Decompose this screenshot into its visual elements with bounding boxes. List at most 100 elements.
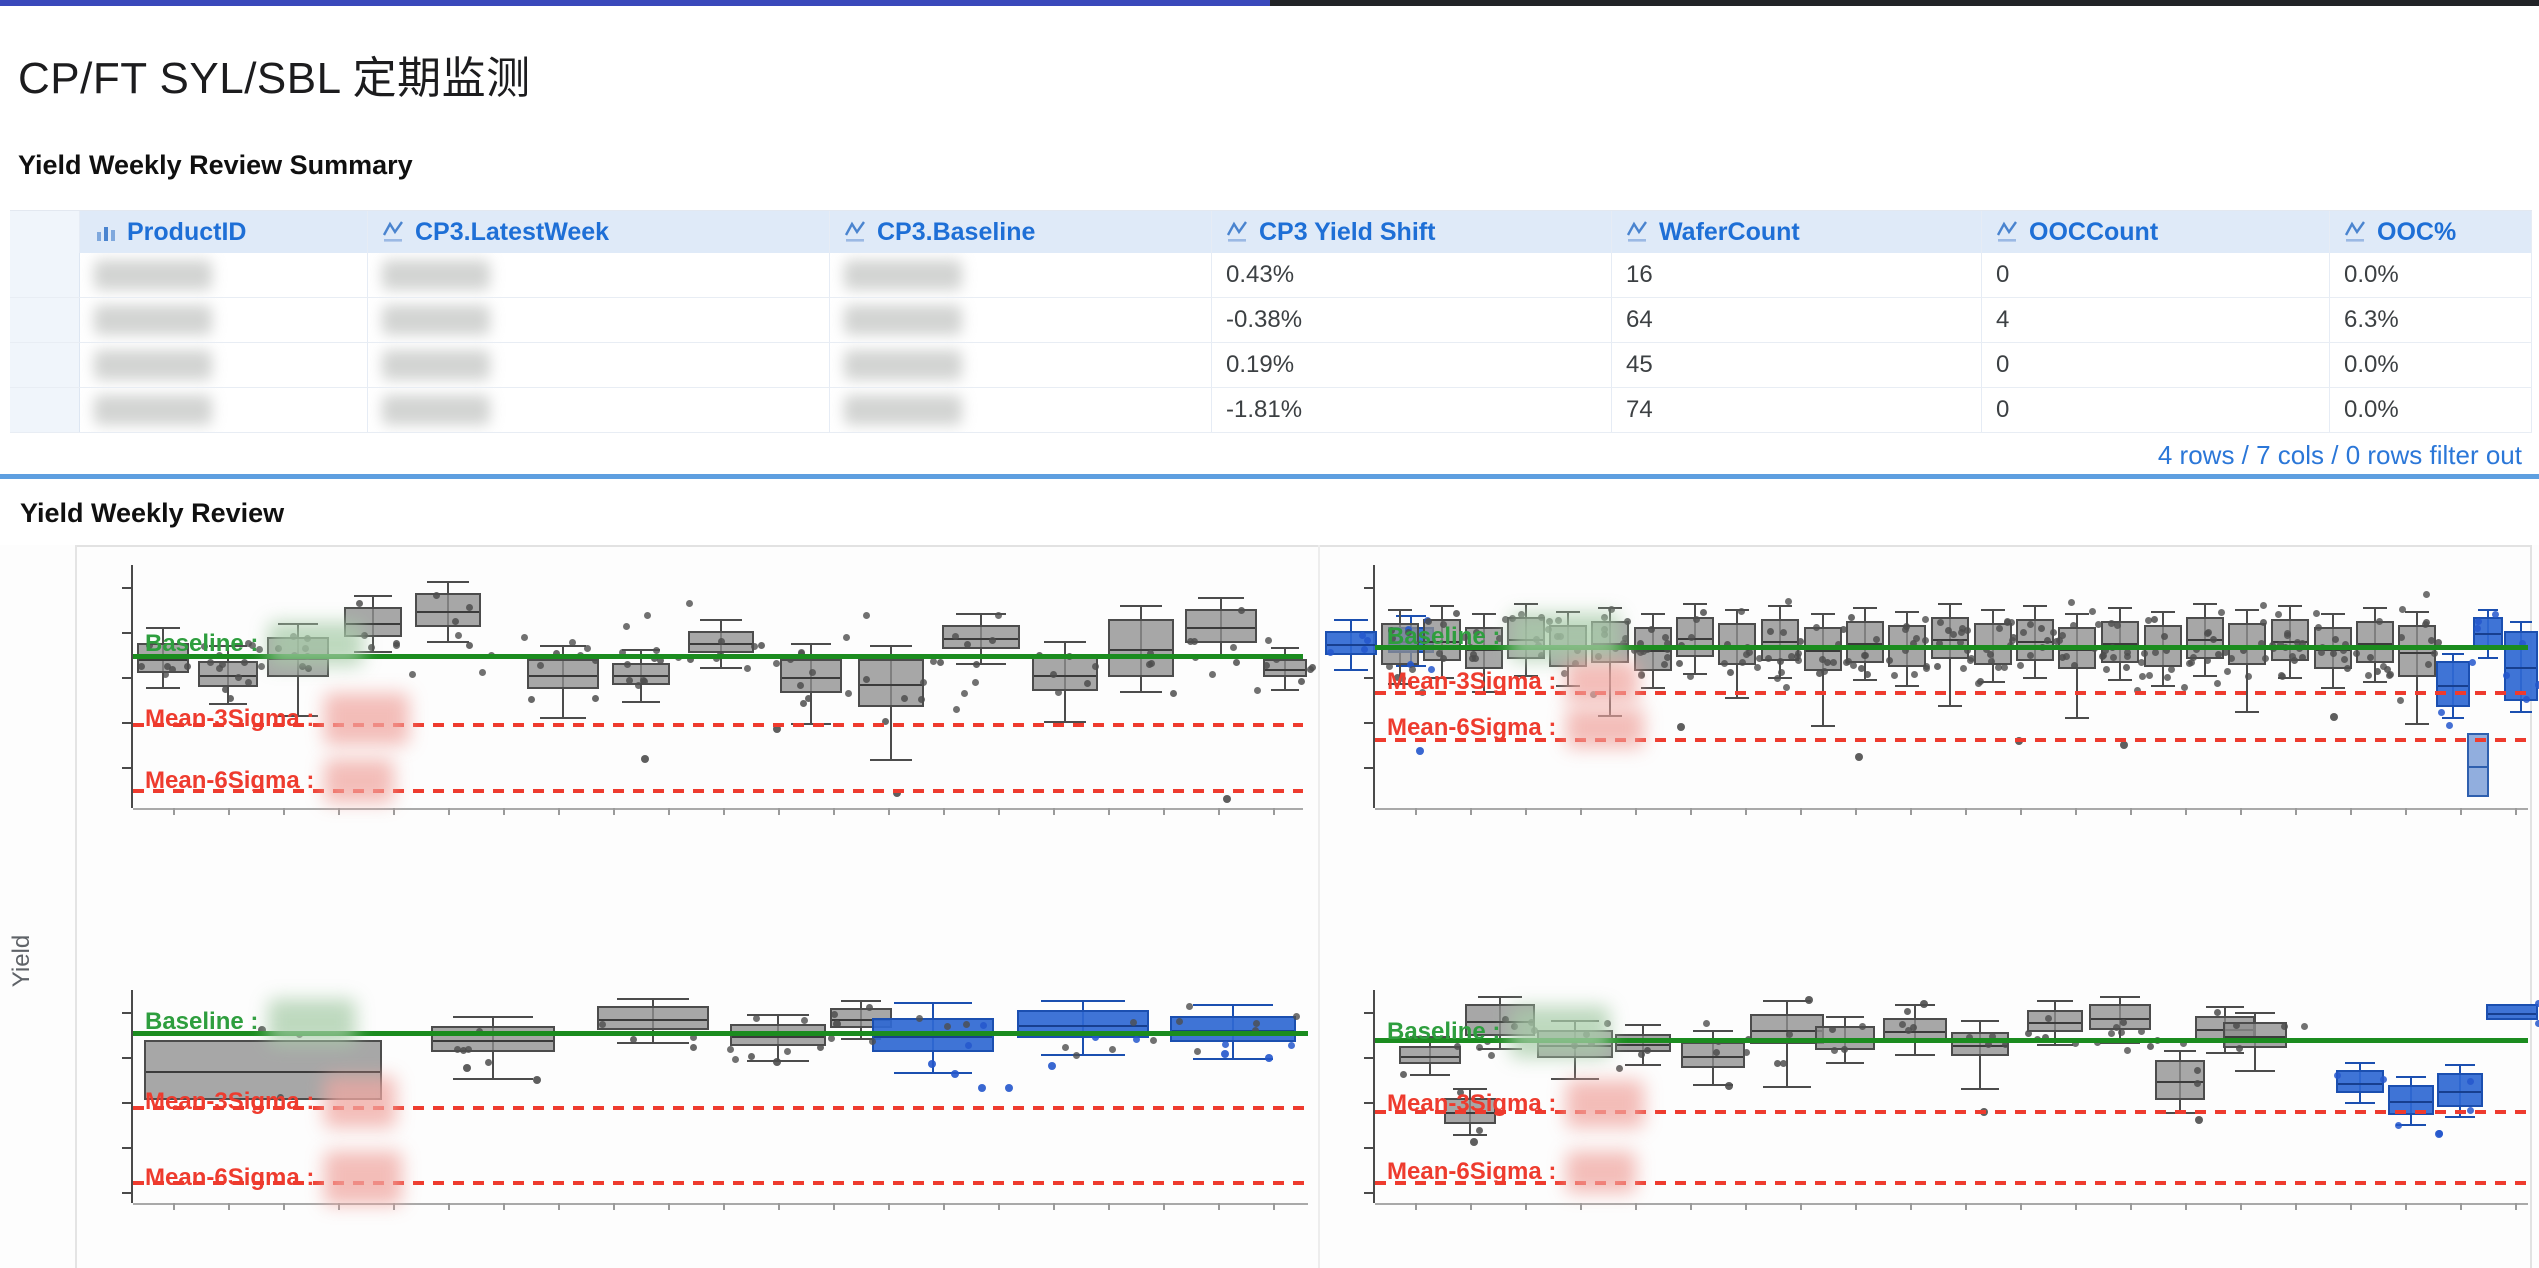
data-point [528, 696, 535, 703]
yield-review-chart: Yield Baseline :Mean-3Sigma :Mean-6Sigma… [0, 545, 2539, 1268]
median-line [200, 675, 256, 677]
mean-6sigma-label: Mean-6Sigma : [145, 759, 394, 803]
y-axis-tick [122, 677, 131, 679]
data-point [2050, 629, 2057, 636]
data-point [1638, 671, 1645, 678]
whisker-cap [1826, 1016, 1864, 1018]
whisker-cap [453, 1016, 532, 1018]
column-header-cp3-yield-shift[interactable]: CP3 Yield Shift [1212, 211, 1612, 253]
y-axis-tick [122, 587, 131, 589]
data-point [537, 662, 544, 669]
median-line [1110, 649, 1172, 651]
summary-heading: Yield Weekly Review Summary [18, 150, 413, 181]
table-cell: 0.0% [2330, 388, 2532, 432]
median-line [417, 611, 479, 613]
data-point [1644, 1047, 1651, 1054]
line-chart-icon [1996, 220, 2020, 244]
data-point [2523, 696, 2530, 703]
redacted-value [844, 350, 962, 380]
data-point [1194, 1048, 1201, 1055]
data-point [592, 695, 599, 702]
data-point [452, 618, 459, 625]
whisker-cap [540, 717, 586, 719]
median-line [529, 675, 597, 677]
yield-panel-top-right[interactable]: Baseline :Mean-3Sigma :Mean-6Sigma : [1375, 565, 2528, 808]
mean-6sigma-label: Mean-6Sigma : [1387, 708, 1644, 748]
data-point [2044, 637, 2051, 644]
data-point [1905, 1027, 1912, 1034]
table-row[interactable]: 0.19%4500.0% [10, 343, 2532, 388]
row-count-status: 4 rows / 7 cols / 0 rows filter out [2158, 440, 2522, 471]
whisker-cap [2037, 1000, 2073, 1002]
whisker-cap [1768, 605, 1792, 607]
data-point [1298, 678, 1305, 685]
whisker-cap [1725, 609, 1749, 611]
data-point [973, 661, 980, 668]
data-point [2425, 661, 2432, 668]
data-point [869, 1038, 876, 1045]
x-axis-tick [393, 808, 395, 815]
mean-3sigma-label: Mean-3Sigma : [1387, 1080, 1644, 1128]
data-point [1975, 680, 1982, 687]
whisker-cap [1895, 1004, 1936, 1006]
data-point [1960, 665, 1967, 672]
data-point [1265, 637, 1272, 644]
data-point [2168, 666, 2175, 673]
data-point [623, 623, 630, 630]
data-point [1988, 658, 1995, 665]
table-row[interactable]: 0.43%1600.0% [10, 253, 2532, 298]
y-axis-tick [122, 1057, 131, 1059]
table-row[interactable]: -1.81%7400.0% [10, 388, 2532, 433]
data-point [1923, 665, 1930, 672]
data-point [1364, 637, 1371, 644]
data-point [2535, 1000, 2539, 1007]
table-row[interactable]: -0.38%6446.3% [10, 298, 2532, 343]
data-point [393, 642, 400, 649]
median-line [1683, 1056, 1743, 1058]
redacted-value [382, 260, 490, 290]
data-point [2108, 1030, 2115, 1037]
data-point [2289, 653, 2296, 660]
whisker-cap [1478, 996, 1523, 998]
outlier-point [928, 1060, 936, 1068]
x-axis-tick [833, 1203, 835, 1210]
whisker-cap [2445, 1116, 2474, 1118]
whisker-cap [894, 1002, 972, 1004]
column-header-wafercount[interactable]: WaferCount [1612, 211, 1982, 253]
outlier-point [833, 1020, 841, 1028]
data-point [521, 634, 528, 641]
yield-panel-bottom-right[interactable]: Baseline :Mean-3Sigma :Mean-6Sigma : [1375, 990, 2528, 1203]
data-point [1700, 609, 1707, 616]
x-axis-tick [1053, 1203, 1055, 1210]
column-header-ooc-[interactable]: OOC% [2330, 211, 2532, 253]
mean-3sigma-label-text: Mean-3Sigma : [145, 705, 314, 733]
y-axis [1373, 990, 1375, 1203]
column-header-productid[interactable]: ProductID [80, 211, 368, 253]
yield-panel-top-left[interactable]: Baseline :Mean-3Sigma :Mean-6Sigma : [133, 565, 1303, 808]
x-axis-tick [1745, 1203, 1747, 1210]
x-axis-tick [833, 808, 835, 815]
column-header-cp3-latestweek[interactable]: CP3.LatestWeek [368, 211, 830, 253]
y-axis-tick [1364, 677, 1373, 679]
data-point [409, 671, 416, 678]
data-point [1738, 608, 1745, 615]
data-point [1170, 690, 1177, 697]
data-point [1233, 659, 1240, 666]
data-point [1327, 649, 1334, 656]
whisker-cap [2023, 677, 2047, 679]
column-header-cp3-baseline[interactable]: CP3.Baseline [830, 211, 1212, 253]
data-point [1788, 653, 1795, 660]
yield-panel-bottom-left[interactable]: Baseline :Mean-3Sigma :Mean-6Sigma : [133, 990, 1308, 1203]
column-header-ooccount[interactable]: OOCCount [1982, 211, 2330, 253]
whisker-cap [1693, 1030, 1734, 1032]
data-point [2123, 664, 2130, 671]
data-point [1777, 658, 1784, 665]
x-axis-tick [2075, 1203, 2077, 1210]
data-point [2204, 657, 2211, 664]
x-axis-tick [998, 808, 1000, 815]
x-axis-tick [613, 1203, 615, 1210]
outlier-point [773, 1058, 781, 1066]
whisker-cap [427, 641, 469, 643]
whisker-cap [870, 645, 912, 647]
x-axis-tick [613, 808, 615, 815]
